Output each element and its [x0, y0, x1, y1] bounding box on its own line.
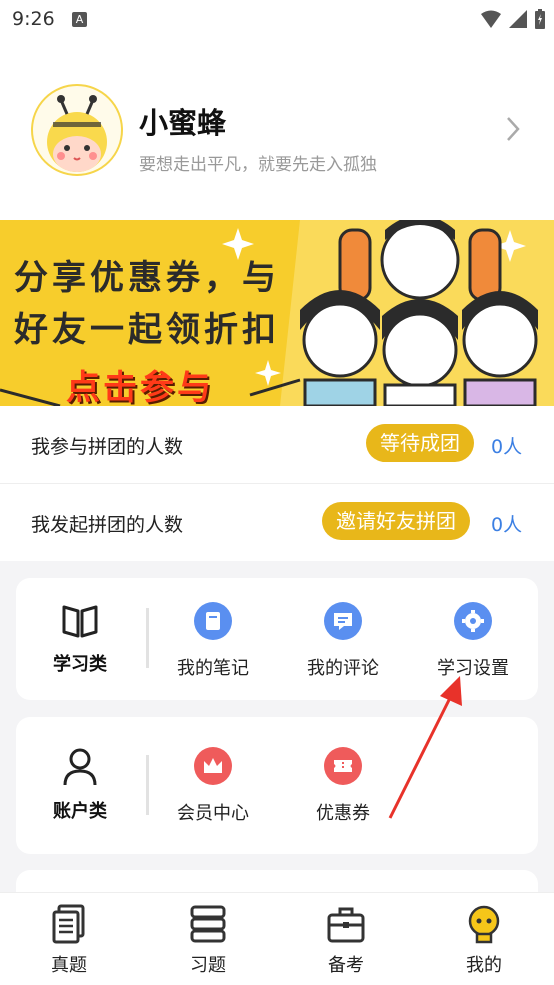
avatar[interactable]: [31, 84, 123, 176]
my-comments-item[interactable]: 我的评论: [288, 602, 398, 680]
nav-label-exercises: 习题: [190, 955, 226, 976]
username: 小蜜蜂: [139, 106, 227, 140]
open-book-icon: [62, 605, 98, 638]
banner-headline-2: 好友一起领折扣: [14, 310, 280, 350]
nav-tab-mine[interactable]: 我的: [444, 903, 524, 977]
promo-banner[interactable]: 分享优惠券，与 好友一起领折扣 点击参与: [0, 220, 554, 406]
signal-icon: [509, 10, 527, 28]
banner-cta[interactable]: 点击参与: [66, 360, 214, 406]
nav-tab-prep[interactable]: 备考: [306, 903, 386, 977]
books-icon: [190, 905, 226, 943]
nav-label-exams: 真题: [51, 955, 87, 976]
battery-icon: [535, 9, 545, 29]
group-join-row: 我参与拼团的人数 等待成团 0人: [0, 406, 554, 483]
briefcase-icon: [327, 907, 365, 943]
study-category: 学习类: [30, 602, 130, 676]
person-icon: [63, 748, 97, 786]
group-join-label: 我参与拼团的人数: [31, 436, 184, 458]
papers-icon: [52, 904, 85, 944]
chevron-right-icon[interactable]: [506, 116, 520, 142]
wifi-icon: [481, 10, 501, 28]
ticket-icon: [324, 747, 362, 785]
study-category-label: 学习类: [53, 654, 107, 675]
bee-avatar-icon: [47, 95, 107, 172]
member-center-item[interactable]: 会员中心: [158, 747, 268, 825]
waiting-group-button[interactable]: 等待成团: [366, 424, 474, 462]
invite-friends-button[interactable]: 邀请好友拼团: [322, 502, 470, 540]
divider: [146, 755, 149, 815]
account-category-label: 账户类: [53, 801, 107, 822]
account-card: 账户类 会员中心 优惠券: [16, 717, 538, 854]
my-notes-item[interactable]: 我的笔记: [158, 602, 268, 680]
group-start-count: 0人: [491, 514, 523, 536]
user-motto: 要想走出平凡，就要先走入孤独: [139, 155, 377, 175]
study-card: 学习类 我的笔记 我的评论 学习设置: [16, 578, 538, 700]
nav-label-mine: 我的: [466, 955, 502, 976]
nav-label-prep: 备考: [328, 955, 364, 976]
study-settings-label: 学习设置: [437, 658, 509, 679]
notebook-icon: [194, 602, 232, 640]
status-bar: 9:26 A: [0, 0, 554, 40]
status-time: 9:26: [12, 8, 55, 30]
notification-icon: A: [72, 12, 87, 27]
nav-tab-exercises[interactable]: 习题: [168, 903, 248, 977]
comment-icon: [324, 602, 362, 640]
gear-icon: [454, 602, 492, 640]
profile-header[interactable]: 小蜜蜂 要想走出平凡，就要先走入孤独: [0, 40, 554, 220]
divider: [146, 608, 149, 668]
my-comments-label: 我的评论: [307, 658, 379, 679]
group-join-count: 0人: [491, 436, 523, 458]
my-notes-label: 我的笔记: [177, 658, 249, 679]
bottom-nav: 真题 习题 备考 我的: [0, 892, 554, 985]
group-start-row: 我发起拼团的人数 邀请好友拼团 0人: [0, 484, 554, 561]
coupons-item[interactable]: 优惠券: [288, 747, 398, 825]
member-center-label: 会员中心: [177, 803, 249, 824]
nav-tab-exams[interactable]: 真题: [29, 903, 109, 977]
study-settings-item[interactable]: 学习设置: [418, 602, 528, 680]
banner-headline-1: 分享优惠券，与: [14, 258, 280, 298]
status-indicators: [480, 8, 546, 30]
bee-icon: [468, 905, 500, 944]
crown-icon: [194, 747, 232, 785]
account-category: 账户类: [30, 747, 130, 823]
group-start-label: 我发起拼团的人数: [31, 514, 184, 536]
coupons-label: 优惠券: [316, 803, 370, 824]
